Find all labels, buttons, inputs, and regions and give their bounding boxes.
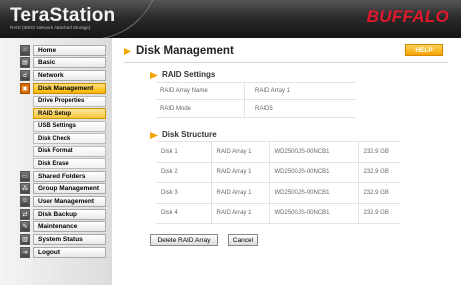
disk-size: 232.9 GB bbox=[357, 141, 400, 163]
nav-disk-backup[interactable]: ⇄ Disk Backup bbox=[20, 208, 106, 221]
nav-label[interactable]: Group Management bbox=[33, 183, 106, 195]
nav-label[interactable]: Maintenance bbox=[33, 221, 106, 233]
disk-array: RAID Array 1 bbox=[210, 141, 269, 163]
table-row: Disk 1 RAID Array 1 WD2500JS-00NCB1 232.… bbox=[156, 141, 400, 163]
nav-network[interactable]: ☌ Network bbox=[20, 69, 106, 82]
maintenance-icon: ✎ bbox=[20, 221, 30, 233]
disk-name: Disk 2 bbox=[156, 161, 211, 183]
subnav-label[interactable]: Disk Check bbox=[33, 133, 106, 144]
disk-structure-title: Disk Structure bbox=[162, 130, 217, 139]
section-arrow-icon bbox=[150, 132, 158, 139]
raid-array-name-row: RAID Array Name RAID Array 1 bbox=[156, 82, 356, 100]
subnav-raid-setup[interactable]: RAID Setup bbox=[33, 107, 106, 120]
raid-mode-row: RAID Mode RAID5 bbox=[156, 100, 356, 118]
logo: TeraStation bbox=[10, 5, 116, 26]
disk-array: RAID Array 1 bbox=[210, 182, 269, 204]
network-icon: ☌ bbox=[20, 70, 30, 82]
nav-label[interactable]: System Status bbox=[33, 233, 106, 245]
subnav-disk-format[interactable]: Disk Format bbox=[33, 145, 106, 158]
user-icon: ☺ bbox=[20, 195, 30, 207]
raid-mode-value: RAID5 bbox=[255, 105, 273, 112]
nav-basic[interactable]: ▤ Basic bbox=[20, 57, 106, 70]
disk-array: RAID Array 1 bbox=[210, 161, 269, 183]
logo-subtitle: RAID (IDE/S Network Attached Storage) bbox=[10, 25, 91, 30]
nav-label[interactable]: Shared Folders bbox=[33, 170, 106, 182]
subnav-disk-erase[interactable]: Disk Erase bbox=[33, 157, 106, 170]
nav-label[interactable]: Network bbox=[33, 70, 106, 82]
nav-maintenance[interactable]: ✎ Maintenance bbox=[20, 221, 106, 234]
disk-model: WD2500JS-00NCB1 bbox=[268, 161, 358, 183]
subnav-label[interactable]: Disk Format bbox=[33, 145, 106, 157]
disk-icon: ▣ bbox=[20, 82, 30, 94]
sidebar: ⌂ Home ▤ Basic ☌ Network ▣ Disk Manageme… bbox=[20, 44, 106, 259]
help-button[interactable]: HELP bbox=[405, 44, 443, 56]
disk-size: 232.9 GB bbox=[357, 182, 400, 204]
section-arrow-icon bbox=[150, 72, 158, 79]
backup-icon: ⇄ bbox=[20, 208, 30, 220]
table-row: Disk 2 RAID Array 1 WD2500JS-00NCB1 232.… bbox=[156, 161, 400, 183]
disk-model: WD2500JS-00NCB1 bbox=[268, 202, 358, 224]
disk-name: Disk 1 bbox=[156, 141, 211, 163]
disk-model: WD2500JS-00NCB1 bbox=[268, 182, 358, 204]
subnav-disk-check[interactable]: Disk Check bbox=[33, 132, 106, 145]
disk-name: Disk 4 bbox=[156, 202, 211, 224]
disk-size: 232.9 GB bbox=[357, 202, 400, 224]
nav-label[interactable]: Disk Backup bbox=[33, 208, 106, 220]
subnav-label[interactable]: USB Settings bbox=[33, 120, 106, 132]
nav-label[interactable]: User Management bbox=[33, 195, 106, 207]
nav-label[interactable]: Logout bbox=[33, 246, 106, 258]
disk-size: 232.9 GB bbox=[357, 161, 400, 183]
nav-user-management[interactable]: ☺ User Management bbox=[20, 195, 106, 208]
disk-name: Disk 3 bbox=[156, 182, 211, 204]
nav-home[interactable]: ⌂ Home bbox=[20, 44, 106, 57]
nav-shared-folders[interactable]: ▭ Shared Folders bbox=[20, 170, 106, 183]
subnav-label[interactable]: RAID Setup bbox=[33, 108, 106, 119]
header: TeraStation RAID (IDE/S Network Attached… bbox=[0, 0, 461, 38]
disk-model: WD2500JS-00NCB1 bbox=[268, 141, 358, 163]
subnav-label[interactable]: Drive Properties bbox=[33, 95, 106, 107]
title-divider bbox=[124, 62, 448, 63]
nav-group-management[interactable]: ⁂ Group Management bbox=[20, 182, 106, 195]
raid-array-name-value: RAID Array 1 bbox=[255, 88, 291, 94]
nav-disk-management[interactable]: ▣ Disk Management bbox=[20, 82, 106, 95]
disk-structure-table: Disk 1 RAID Array 1 WD2500JS-00NCB1 232.… bbox=[156, 141, 400, 224]
nav-label[interactable]: Home bbox=[33, 44, 106, 56]
subnav-label[interactable]: Disk Erase bbox=[33, 158, 106, 169]
subnav-usb-settings[interactable]: USB Settings bbox=[33, 120, 106, 133]
table-row: Disk 4 RAID Array 1 WD2500JS-00NCB1 232.… bbox=[156, 202, 400, 224]
basic-icon: ▤ bbox=[20, 57, 30, 69]
disk-array: RAID Array 1 bbox=[210, 202, 269, 224]
home-icon: ⌂ bbox=[20, 44, 30, 56]
nav-system-status[interactable]: ▥ System Status bbox=[20, 233, 106, 246]
table-row: Disk 3 RAID Array 1 WD2500JS-00NCB1 232.… bbox=[156, 182, 400, 204]
nav-label[interactable]: Disk Management bbox=[33, 82, 106, 94]
group-icon: ⁂ bbox=[20, 183, 30, 195]
nav-label[interactable]: Basic bbox=[33, 57, 106, 69]
logout-icon: ⇥ bbox=[20, 246, 30, 258]
main-content: Disk Management HELP RAID Settings RAID … bbox=[120, 38, 461, 285]
status-icon: ▥ bbox=[20, 233, 30, 245]
subnav-drive-properties[interactable]: Drive Properties bbox=[33, 95, 106, 108]
raid-array-name-label: RAID Array Name bbox=[156, 83, 245, 99]
brand-logo: BUFFALO bbox=[366, 7, 449, 26]
raid-mode-label: RAID Mode bbox=[156, 100, 245, 117]
title-arrow-icon bbox=[124, 48, 131, 55]
cancel-button[interactable]: Cancel bbox=[228, 234, 258, 246]
nav-logout[interactable]: ⇥ Logout bbox=[20, 246, 106, 259]
page-title: Disk Management bbox=[136, 45, 234, 57]
delete-raid-array-button[interactable]: Delete RAID Array bbox=[150, 234, 218, 246]
raid-settings-title: RAID Settings bbox=[162, 70, 216, 79]
folders-icon: ▭ bbox=[20, 170, 30, 182]
